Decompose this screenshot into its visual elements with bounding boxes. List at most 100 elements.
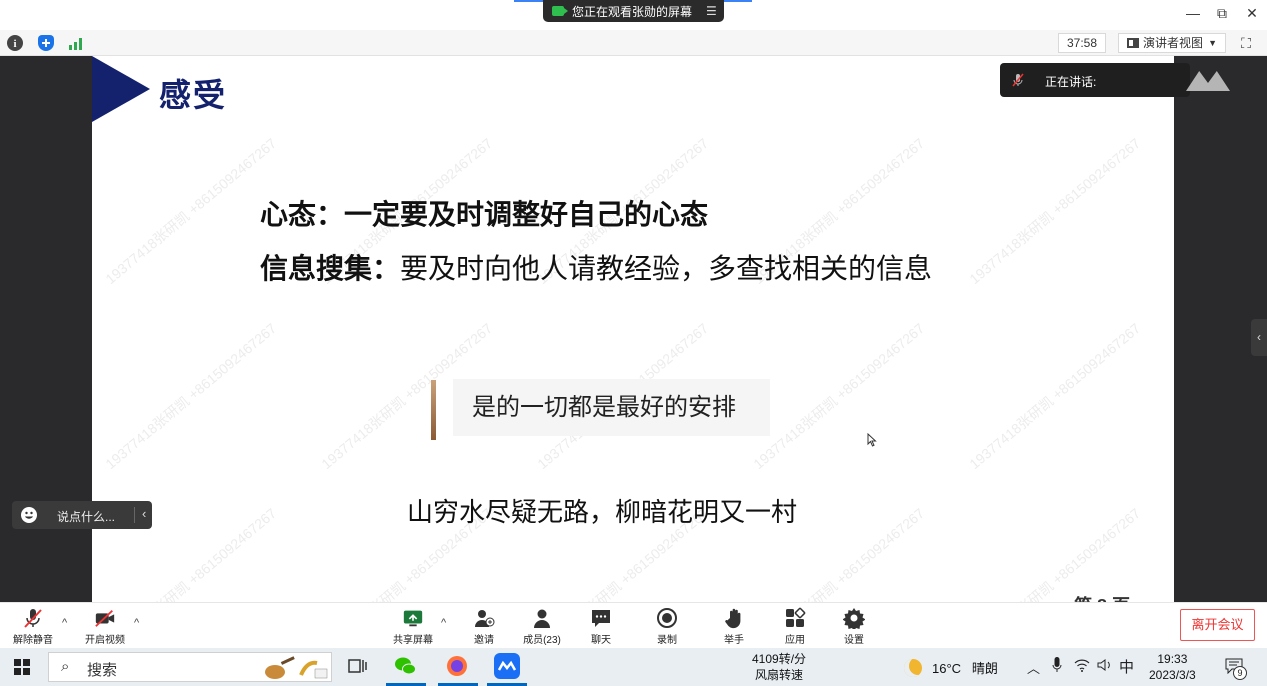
share-options-caret[interactable]: ^ [441,617,446,629]
clock-date: 2023/3/3 [1149,668,1196,682]
windows-taskbar: ⌕ 搜索 4109转/分 风扇转速 16°C 晴朗 ︿ 中 19:33 2023… [0,648,1267,686]
invite-label: 邀请 [474,635,494,646]
speaker-view-dropdown[interactable]: 演讲者视图 ▼ [1118,33,1226,53]
clock-time: 19:33 [1157,652,1188,666]
hand-icon [723,607,745,629]
search-label: 搜索 [87,662,118,679]
unmute-label: 解除静音 [13,635,53,646]
members-icon [531,607,553,629]
chat-icon [590,607,612,629]
side-panel-toggle[interactable]: ‹ [1251,319,1267,356]
invite-button[interactable]: 邀请 [466,607,502,646]
notification-count-badge: 9 [1233,666,1247,680]
watermark-text: 19377418张研凯 +8615092467267 [966,319,1144,473]
moon-icon [904,659,922,677]
volume-icon[interactable] [1097,658,1113,675]
record-button[interactable]: 录制 [652,607,682,646]
apps-button[interactable]: 应用 [780,607,810,646]
mouse-cursor-icon [867,433,877,447]
shield-icon[interactable] [38,35,54,51]
minimize-button[interactable]: — [1182,5,1204,21]
app-logo-icon [1186,71,1230,91]
members-button[interactable]: 成员(23) [518,607,566,646]
add-user-icon [473,607,495,629]
weather-widget[interactable]: 16°C 晴朗 [904,658,998,677]
close-button[interactable]: ✕ [1241,5,1263,22]
temperature: 16°C [932,661,962,676]
fullscreen-icon[interactable]: ⛶ [1238,35,1254,51]
watermark-text: 19377418张研凯 +8615092467267 [750,319,928,473]
weather-condition: 晴朗 [971,661,998,676]
emoji-icon[interactable] [21,507,37,523]
line2-label: 信息搜集： [260,253,401,284]
raise-hand-label: 举手 [724,635,744,646]
info-icon[interactable]: i [7,35,23,51]
chat-placeholder[interactable]: 说点什么... [57,508,115,525]
settings-button[interactable]: 设置 [839,607,869,646]
quote-accent-bar [431,380,436,440]
task-view-icon[interactable] [345,653,371,679]
floating-chat-input[interactable]: 说点什么... ‹ [12,501,152,529]
shared-screen-area: 感受 19377418张研凯 +8615092467267 19377418张研凯… [0,56,1267,602]
search-highlight-art-icon [265,656,328,679]
chat-button[interactable]: 聊天 [586,607,616,646]
view-label: 演讲者视图 [1143,36,1204,50]
taskbar-search-box[interactable]: ⌕ 搜索 [48,652,332,682]
chevron-up-icon[interactable]: ︿ [1027,658,1040,677]
share-screen-icon [402,607,424,629]
fan-label: 风扇转速 [755,668,804,682]
watermark-text: 19377418张研凯 +8615092467267 [966,134,1144,288]
svg-text:i: i [13,38,16,50]
slide-line-info-gathering: 信息搜集：要及时向他人请教经验，多查找相关的信息 [260,247,932,287]
share-screen-button[interactable]: 共享屏幕 [390,607,436,646]
quote-box: 是的一切都是最好的安排 [453,379,770,436]
watermark-text: 19377418张研凯 +8615092467267 [966,504,1144,602]
speaking-label: 正在讲话: [1045,75,1097,89]
active-speaker-indicator: 正在讲话: [1000,63,1190,97]
slide-line-mindset: 心态：一定要及时调整好自己的心态 [260,199,709,230]
muted-mic-icon [1012,73,1024,87]
presentation-slide: 感受 19377418张研凯 +8615092467267 19377418张研凯… [92,56,1174,602]
watermark-text: 19377418张研凯 +8615092467267 [102,319,280,473]
slide-title: 感受 [159,77,228,113]
network-signal-icon[interactable] [68,35,84,51]
members-label: 成员(23) [523,635,561,646]
search-icon: ⌕ [61,658,70,675]
start-video-label: 开启视频 [85,635,125,646]
apps-label: 应用 [785,635,805,646]
window-titlebar: 您正在观看张勋的屏幕 ☰ — ⧉ ✕ [0,0,1267,30]
fan-speed-widget[interactable]: 4109转/分 风扇转速 [752,651,806,683]
video-off-icon [94,607,116,629]
record-label: 录制 [657,635,677,646]
slide-proverb: 山穷水尽疑无路，柳暗花明又一村 [407,497,798,527]
slide-page-number: 第 8 页 [1074,592,1130,602]
share-screen-label: 共享屏幕 [393,635,433,646]
windows-start-icon[interactable] [14,659,30,675]
notification-center-icon[interactable]: 9 [1225,658,1247,680]
chevron-left-icon[interactable]: ‹ [142,506,146,521]
firefox-icon[interactable] [444,653,470,679]
camera-icon [552,6,568,16]
fan-rpm: 4109转/分 [752,652,807,666]
restore-button[interactable]: ⧉ [1211,5,1233,22]
start-video-button[interactable]: 开启视频 [82,607,128,646]
record-icon [656,607,678,629]
wifi-icon[interactable] [1074,658,1090,675]
microphone-icon[interactable] [1052,657,1062,676]
ime-indicator[interactable]: 中 [1119,656,1134,677]
video-options-caret[interactable]: ^ [134,617,139,629]
raise-hand-button[interactable]: 举手 [719,607,749,646]
line2-text: 要及时向他人请教经验，多查找相关的信息 [400,253,933,284]
wechat-icon[interactable] [392,653,418,679]
list-icon[interactable]: ☰ [706,4,717,18]
settings-label: 设置 [844,635,864,646]
muted-mic-icon [22,607,44,629]
unmute-button[interactable]: 解除静音 [10,607,56,646]
divider [134,507,135,523]
leave-meeting-button[interactable]: 离开会议 [1180,609,1255,641]
tencent-meeting-icon[interactable] [494,653,520,679]
screen-share-banner[interactable]: 您正在观看张勋的屏幕 ☰ [543,0,724,22]
watermark-text: 19377418张研凯 +8615092467267 [102,134,280,288]
system-clock[interactable]: 19:33 2023/3/3 [1149,651,1196,683]
mic-options-caret[interactable]: ^ [62,617,67,629]
